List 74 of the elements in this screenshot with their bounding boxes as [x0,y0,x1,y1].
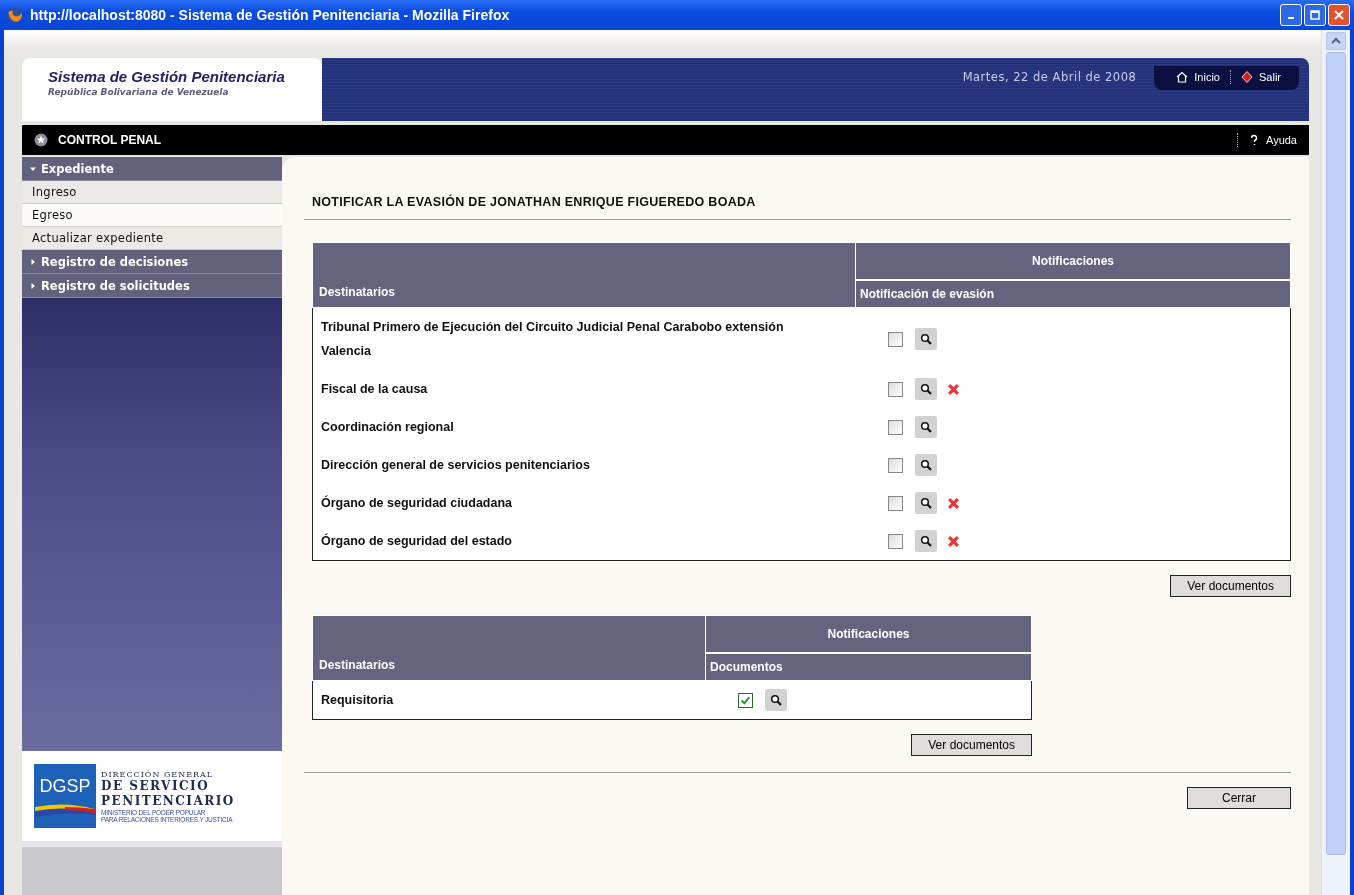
recipient-cell: Tribunal Primero de Ejecución del Circuito Judicial Penal Carabobo extensión Valencia [312,307,856,370]
delete-icon[interactable] [946,496,960,510]
header-link[interactable]: Inicio [1176,71,1220,83]
checkbox[interactable] [887,533,903,549]
minimize-icon [1288,17,1294,19]
menu-section[interactable]: Registro de solicitudes [22,274,282,298]
checkbox[interactable] [887,419,903,435]
search-icon [769,694,782,706]
module-title: CONTROL PENAL [58,133,162,147]
close-icon [1334,10,1344,20]
close-button[interactable]: Cerrar [1187,787,1291,809]
logo-text: DE SERVICIO [101,778,211,794]
recipient-cell: Coordinación regional [312,408,856,446]
checkbox[interactable] [887,381,903,397]
logo-text: DIRECCIÓN GENERAL [101,769,215,779]
menu-section[interactable]: Expediente [22,157,282,181]
maximize-button[interactable] [1304,4,1326,26]
column-group-header: Notificaciones [855,242,1291,280]
scrollbar[interactable] [1321,30,1350,895]
search-icon [919,383,932,395]
delete-icon[interactable] [946,534,960,548]
date-text: Martes, 22 de Abril de 2008 [962,70,1137,84]
logo-acronym: DGSP [39,775,91,797]
site-subtitle: República Bolivariana de Venezuela [48,87,230,97]
column-group-header: Notificaciones [705,615,1032,653]
search-button[interactable] [914,378,937,400]
recipient-cell: Requisitoria [312,680,706,720]
close-button[interactable] [1328,4,1350,26]
search-icon [919,459,932,471]
help-link[interactable]: Ayuda [1248,134,1297,146]
recipient-cell: Órgano de seguridad del estado [312,522,856,561]
search-icon [919,535,932,547]
diamond-icon [1241,71,1253,83]
maximize-icon [1310,10,1320,20]
star-icon [34,133,48,147]
caret-right-icon [30,258,36,265]
scroll-up-icon[interactable] [1331,38,1341,44]
menu-section[interactable]: Registro de decisiones [22,250,282,274]
help-icon [1248,134,1260,146]
minimize-button[interactable] [1280,4,1302,26]
logo-text: PENITENCIARIO [101,793,235,809]
page-heading: NOTIFICAR LA EVASIÓN DE JONATHAN ENRIQUE FIGUEREDO BOADA [312,195,757,209]
checkbox[interactable] [887,331,903,347]
column-header: Destinatarios [312,242,856,308]
search-icon [919,497,932,509]
site-title: Sistema de Gestión Penitenciaria [48,68,286,85]
search-icon [919,333,932,345]
search-button[interactable] [914,492,937,514]
search-button[interactable] [914,530,937,552]
header-link[interactable]: Salir [1241,71,1281,83]
search-button[interactable] [914,416,937,438]
flag-ribbon-icon [35,802,95,817]
recipient-cell: Dirección general de servicios penitenciarios [312,446,856,484]
search-button[interactable] [764,689,787,711]
recipient-cell: Fiscal de la causa [312,370,856,408]
delete-icon[interactable] [946,382,960,396]
column-header: Notificación de evasión [855,280,1291,308]
checkbox[interactable] [737,692,753,708]
browser-icon [6,6,24,24]
window-title: http://localhost:8080 - Sistema de Gestión Penitenciaria - Mozilla Firefox [30,7,510,23]
caret-right-icon [30,282,36,289]
caret-down-icon [30,165,36,172]
search-icon [919,421,932,433]
column-header: Documentos [705,653,1032,681]
menu-item[interactable]: Egreso [22,204,282,227]
recipient-cell: Órgano de seguridad ciudadana [312,484,856,522]
checkbox[interactable] [887,457,903,473]
view-documents-button[interactable]: Ver documentos [1170,575,1291,597]
home-icon [1176,71,1189,83]
view-documents-button[interactable]: Ver documentos [911,734,1032,756]
checkbox[interactable] [887,495,903,511]
search-button[interactable] [914,454,937,476]
search-button[interactable] [914,328,937,350]
column-header: Destinatarios [312,615,706,681]
